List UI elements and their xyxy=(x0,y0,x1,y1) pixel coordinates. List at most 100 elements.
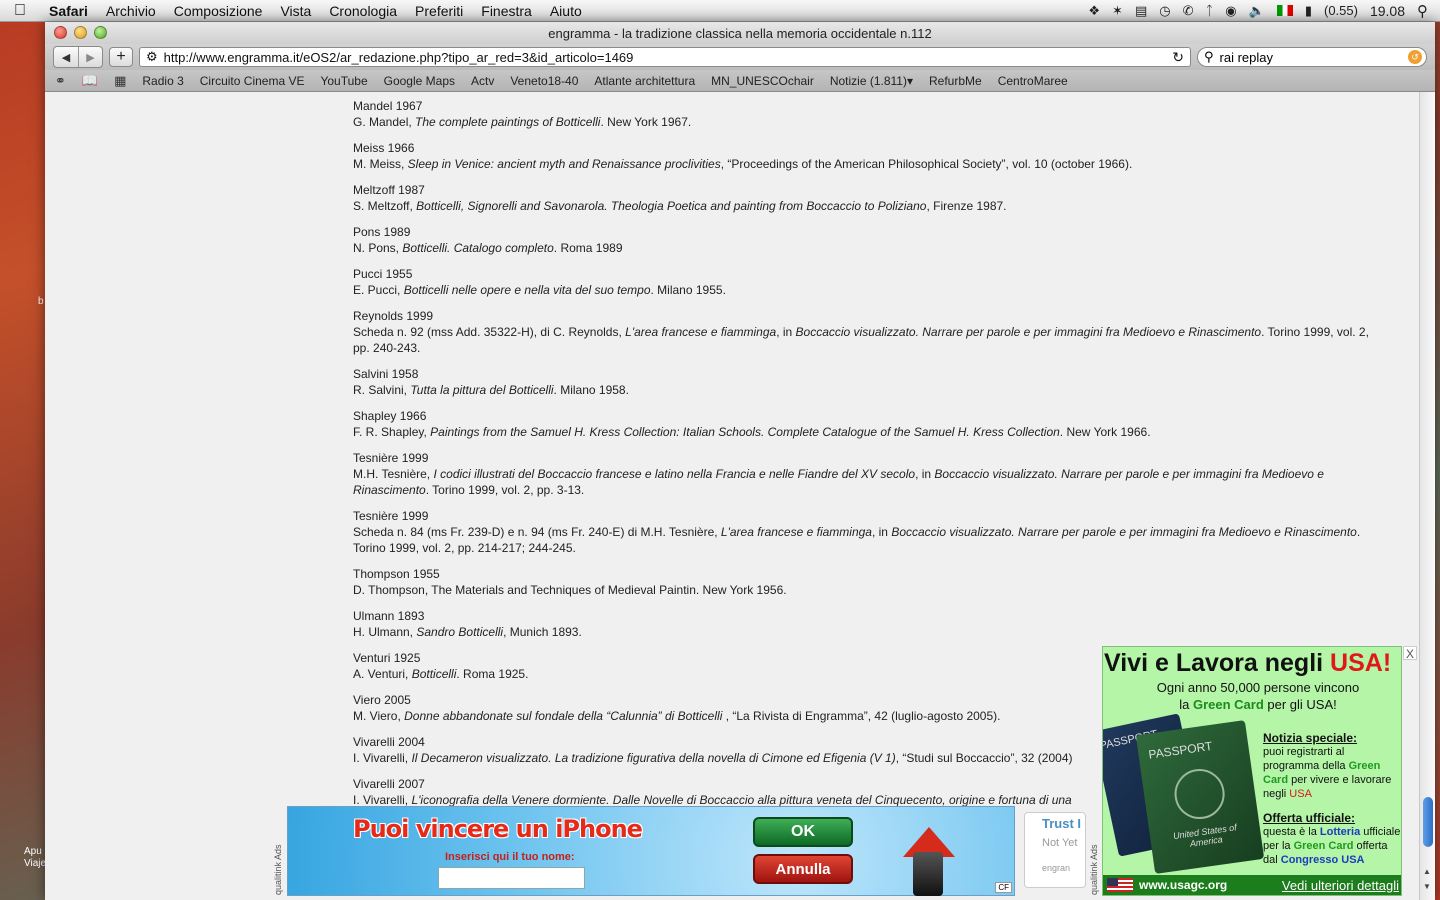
time-machine-icon[interactable]: ◷ xyxy=(1159,3,1170,19)
entry-text: . New York 1966. xyxy=(1059,425,1151,439)
iphone-icon xyxy=(913,852,943,896)
reading-glasses-icon[interactable]: ⚭ xyxy=(55,73,66,89)
zoom-window-button[interactable] xyxy=(94,26,107,39)
entry-text: , in xyxy=(871,525,892,539)
iphone-ad-banner[interactable]: Puoi vincere un iPhone Inserisci qui il … xyxy=(287,806,1015,896)
snapback-icon[interactable]: ↺ xyxy=(1408,50,1422,64)
ad-name-input[interactable] xyxy=(438,867,585,889)
entry-heading: Reynolds 1999 xyxy=(353,309,434,323)
entry-title: L'area francese e fiamminga xyxy=(625,325,777,339)
entry-title: Boccaccio visualizzato. Narrare per paro… xyxy=(795,325,1262,339)
bibliography-entry: Shapley 1966 F. R. Shapley, Paintings fro… xyxy=(353,408,1388,440)
address-bar[interactable]: ⚙ http://www.engramma.it/eOS2/ar_redazio… xyxy=(139,47,1191,67)
entry-text: F. R. Shapley, xyxy=(353,425,431,439)
bookmark-item[interactable]: Google Maps xyxy=(384,74,455,88)
entry-heading: Tesnière 1999 xyxy=(353,509,429,523)
ad-side-text: Notizia speciale: puoi registrarti al pr… xyxy=(1263,731,1401,867)
menu-archivio[interactable]: Archivio xyxy=(97,3,165,19)
bluetooth-share-icon[interactable]: ✶ xyxy=(1112,3,1123,19)
menu-composizione[interactable]: Composizione xyxy=(165,3,272,19)
page-content: Mandel 1967 G. Mandel, The complete paint… xyxy=(45,92,1419,900)
entry-text: , in xyxy=(776,325,796,339)
entry-text: , “Studi sul Boccaccio”, 32 (2004) xyxy=(895,751,1073,765)
scroll-down-arrow-icon[interactable]: ▼ xyxy=(1423,882,1431,891)
bookmark-item[interactable]: Radio 3 xyxy=(142,74,183,88)
wifi-icon[interactable]: ◉ xyxy=(1225,3,1236,19)
ad-subtitle: Ogni anno 50,000 persone vincono la Gree… xyxy=(1123,679,1393,713)
minimize-window-button[interactable] xyxy=(74,26,87,39)
search-query[interactable]: rai replay xyxy=(1220,50,1402,65)
menu-app-safari[interactable]: Safari xyxy=(40,3,97,19)
reload-icon[interactable]: ↻ xyxy=(1172,49,1184,66)
menu-finestra[interactable]: Finestra xyxy=(472,3,541,19)
phone-icon[interactable]: ✆ xyxy=(1183,3,1194,19)
apple-menu-icon[interactable]:  xyxy=(0,2,40,20)
dropbox-icon[interactable]: ❖ xyxy=(1088,3,1100,19)
browser-window: engramma - la tradizione classica nella … xyxy=(45,22,1435,900)
bookmark-item[interactable]: RefurbMe xyxy=(929,74,982,88)
back-button[interactable]: ◀ xyxy=(54,47,78,67)
book-icon[interactable]: 📖 xyxy=(82,73,98,89)
bluetooth-icon[interactable]: ᛏ xyxy=(1205,3,1213,18)
nav-buttons: ◀ ▶ xyxy=(53,46,103,68)
scroll-up-arrow-icon[interactable]: ▲ xyxy=(1423,867,1431,876)
search-field[interactable]: ⚲ rai replay ↺ xyxy=(1197,47,1427,67)
ad-lotteria-link[interactable]: Lotteria xyxy=(1320,826,1360,838)
ad-subtitle-line: la Green Card per gli USA! xyxy=(1123,696,1393,713)
entry-title: Sleep in Venice: ancient myth and Renais… xyxy=(407,157,721,171)
menu-vista[interactable]: Vista xyxy=(271,3,320,19)
ad-close-button[interactable]: X xyxy=(1403,646,1417,661)
menu-preferiti[interactable]: Preferiti xyxy=(406,3,472,19)
volume-icon[interactable]: 🔈 xyxy=(1249,3,1265,19)
scanner-icon[interactable]: ▤ xyxy=(1135,3,1147,19)
battery-icon[interactable]: ▮ xyxy=(1305,3,1312,19)
trust-site: engran xyxy=(1042,863,1071,873)
clock[interactable]: 19.08 xyxy=(1370,3,1405,19)
forward-button[interactable]: ▶ xyxy=(78,47,102,67)
entry-title: Donne abbandonate sul fondale della “Cal… xyxy=(404,709,723,723)
ad-site-link[interactable]: www.usagc.org xyxy=(1139,878,1227,892)
close-window-button[interactable] xyxy=(54,26,67,39)
entry-title: Botticelli nelle opere e nella vita del … xyxy=(403,283,651,297)
desktop-icon-label[interactable]: Apu Viaje xyxy=(24,846,46,870)
entry-citation: E. Pucci, Botticelli nelle opere e nella… xyxy=(353,282,1388,298)
entry-text: I. Vivarelli, xyxy=(353,793,412,807)
passport-country: United States of America xyxy=(1172,822,1238,849)
green-card-ad[interactable]: Vivi e Lavora negli USA! Ogni anno 50,00… xyxy=(1102,646,1402,896)
ad-cancel-button[interactable]: Annulla xyxy=(753,854,853,884)
ad-ok-button[interactable]: OK xyxy=(753,817,853,847)
add-bookmark-button[interactable]: + xyxy=(109,47,133,67)
scrollbar-thumb[interactable] xyxy=(1423,797,1433,847)
bookmark-item[interactable]: YouTube xyxy=(320,74,367,88)
bibliography-entry: Reynolds 1999 Scheda n. 92 (mss Add. 3532… xyxy=(353,308,1388,356)
ad-congresso-link[interactable]: Congresso USA xyxy=(1281,854,1365,866)
battery-time[interactable]: (0.55) xyxy=(1324,3,1358,18)
bookmark-item[interactable]: Atlante architettura xyxy=(594,74,695,88)
trust-title: Trust I xyxy=(1042,816,1082,831)
bookmark-item[interactable]: Veneto18-40 xyxy=(510,74,578,88)
window-titlebar[interactable]: engramma - la tradizione classica nella … xyxy=(45,22,1435,44)
menu-cronologia[interactable]: Cronologia xyxy=(320,3,406,19)
entry-text: M. Viero, xyxy=(353,709,405,723)
spotlight-search-icon[interactable]: ⚲ xyxy=(1417,2,1428,20)
menu-bar:  Safari Archivio Composizione Vista Cro… xyxy=(0,0,1440,22)
menu-aiuto[interactable]: Aiuto xyxy=(541,3,591,19)
bookmark-item[interactable]: CentroMaree xyxy=(998,74,1068,88)
ad-cf-badge[interactable]: CF xyxy=(995,882,1012,893)
entry-text: M. Meiss, xyxy=(353,157,408,171)
entry-text: . Milano 1958. xyxy=(553,383,629,397)
url-text[interactable]: http://www.engramma.it/eOS2/ar_redazione… xyxy=(164,50,1167,65)
bibliography-entry: Ulmann 1893 H. Ulmann, Sandro Botticelli,… xyxy=(353,608,1388,640)
bookmark-item[interactable]: Notizie (1.811)▾ xyxy=(830,74,913,88)
bookmark-item[interactable]: Circuito Cinema VE xyxy=(200,74,305,88)
top-sites-grid-icon[interactable]: ▦ xyxy=(114,73,126,89)
search-icon[interactable]: ⚲ xyxy=(1204,49,1214,65)
bookmark-item[interactable]: MN_UNESCOchair xyxy=(711,74,814,88)
trust-widget[interactable]: Trust I Not Yet engran xyxy=(1024,812,1086,888)
ad-more-details-link[interactable]: Vedi ulteriori dettagli xyxy=(1282,878,1399,893)
bibliography-entry: Meiss 1966 M. Meiss, Sleep in Venice: anc… xyxy=(353,140,1388,172)
bookmark-item[interactable]: Actv xyxy=(471,74,494,88)
bibliography-entry: Pons 1989 N. Pons, Botticelli. Catalogo c… xyxy=(353,224,1388,256)
vertical-scrollbar[interactable]: ▲ ▼ xyxy=(1419,92,1435,900)
italian-flag-input-icon[interactable] xyxy=(1276,5,1293,16)
